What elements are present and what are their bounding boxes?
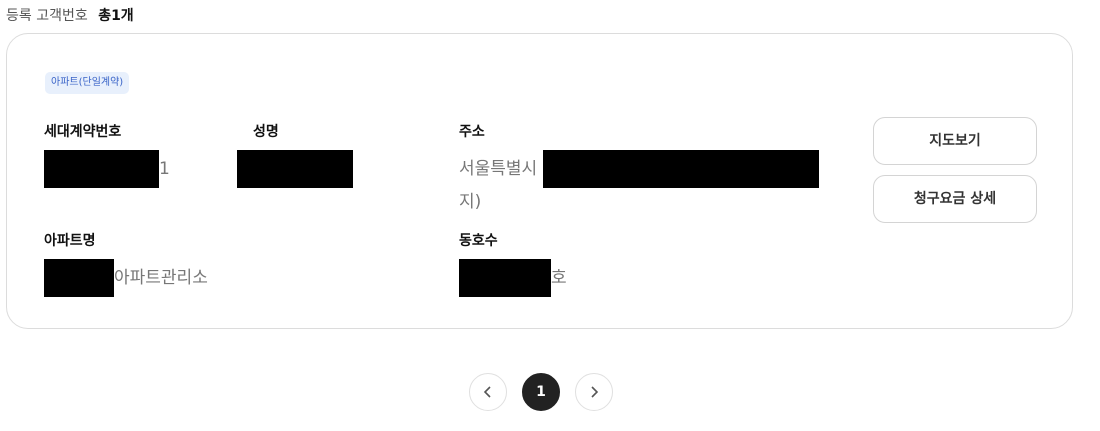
household-contract-value-suffix: 1 — [159, 159, 170, 179]
address-field: 주소 서울특별시 지) — [459, 122, 839, 220]
redacted-address — [542, 150, 819, 188]
page-1-button[interactable]: 1 — [522, 373, 560, 411]
chevron-right-icon — [591, 386, 599, 398]
unit-number-label: 동호수 — [459, 233, 498, 249]
redacted-unit-number — [459, 259, 551, 297]
chevron-left-icon — [483, 386, 491, 398]
address-label: 주소 — [459, 124, 485, 140]
contract-type-badge: 아파트(단일계약) — [45, 72, 130, 94]
address-value-prefix: 서울특별시 — [459, 159, 538, 179]
unit-number-field: 동호수 호 — [459, 231, 567, 297]
summary-label: 등록 고객번호 — [6, 8, 88, 24]
view-map-button[interactable]: 지도보기 — [873, 117, 1037, 165]
household-contract-field: 세대계약번호 1 — [44, 122, 170, 188]
apartment-name-value-suffix: 아파트관리소 — [114, 268, 208, 288]
next-page-button[interactable] — [575, 373, 613, 411]
summary-count: 총1개 — [98, 8, 134, 24]
address-value-line2: 지) — [459, 192, 482, 212]
customer-card: 아파트(단일계약) 세대계약번호 1 성명 주소 서울특별시 지) 아파트명 아… — [6, 33, 1073, 329]
unit-number-value-suffix: 호 — [551, 268, 567, 288]
customer-count-summary: 등록 고객번호 총1개 — [6, 6, 134, 26]
pagination: 1 — [469, 373, 613, 411]
name-field: 성명 — [237, 122, 353, 188]
apartment-name-label: 아파트명 — [44, 233, 96, 249]
bill-detail-button[interactable]: 청구요금 상세 — [873, 175, 1037, 223]
household-contract-label: 세대계약번호 — [44, 124, 122, 140]
prev-page-button[interactable] — [469, 373, 507, 411]
redacted-name — [237, 150, 353, 188]
name-label: 성명 — [253, 124, 279, 140]
apartment-name-field: 아파트명 아파트관리소 — [44, 231, 208, 297]
redacted-contract-number — [44, 150, 159, 188]
redacted-apartment-name — [44, 259, 114, 297]
